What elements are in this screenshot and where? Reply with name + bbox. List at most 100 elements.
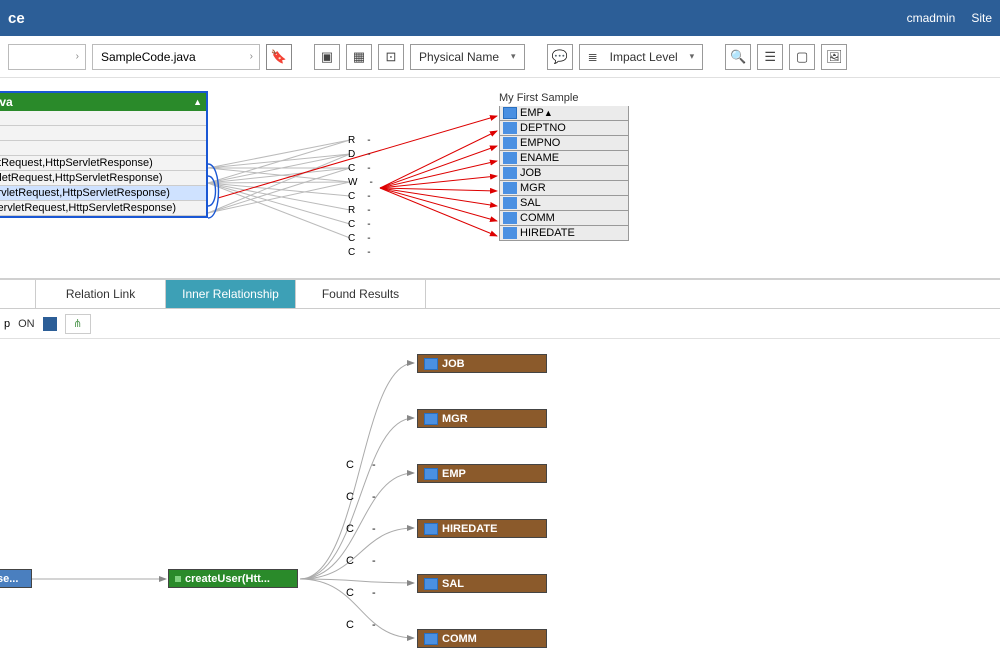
source-node-header: .java ▲ [0,93,206,111]
toggle-on-label: ON [18,318,35,330]
table-icon [424,578,438,590]
column-icon [503,152,517,164]
list-icon: ☰ [764,49,776,65]
sub-toolbar: p ON ⋔ [0,309,1000,339]
target-supertitle: My First Sample [499,92,629,104]
relationship-tree[interactable]: se... createUser(Htt... JOB MGR EMP HIRE… [0,339,1000,639]
sort-up-icon[interactable]: ▲ [544,108,553,118]
source-row-blank [0,126,206,141]
table-icon [424,358,438,370]
tree-source-partial[interactable]: se... [0,569,32,588]
source-row-blank [0,111,206,126]
breadcrumb-prev[interactable]: › [8,44,86,70]
tree-target-node[interactable]: HIREDATE [417,519,547,538]
result-tabs: Relation Link Inner Relationship Found R… [0,278,1000,309]
user-label[interactable]: cmadmin [907,11,956,25]
bookmark-button[interactable]: 🔖 [266,44,292,70]
table-icon [424,413,438,425]
tree-target-node[interactable]: SAL [417,574,547,593]
source-row[interactable]: oServletRequest,HttpServletResponse) [0,201,206,216]
calendar-icon: ▢ [796,49,808,65]
edge-label: C- [346,459,376,471]
target-field[interactable]: HIREDATE [499,226,629,241]
target-field[interactable]: EMPNO [499,136,629,151]
table-icon [424,468,438,480]
chevron-right-icon: › [76,51,79,62]
chevron-right-icon: › [250,51,253,62]
edge-midlabels: R- D- C- W- C- R- C- C- C- [348,134,379,260]
source-row-selected[interactable]: ServletRequest,HttpServletResponse) [0,186,206,201]
calendar-button[interactable]: ▢ [789,44,815,70]
layout-align-button[interactable]: ▦ [346,44,372,70]
source-node[interactable]: .java ▲ vletRequest,HttpServletResponse)… [0,91,208,218]
target-field[interactable]: JOB [499,166,629,181]
column-icon [503,227,517,239]
edge-label: C- [346,555,376,567]
column-icon [503,197,517,209]
breadcrumb-file[interactable]: SampleCode.java › [92,44,260,70]
comment-button[interactable]: 💬 [547,44,573,70]
source-node-title: .java [0,95,13,109]
breadcrumb-file-label: SampleCode.java [101,50,196,64]
site-link[interactable]: Site [971,11,992,25]
align-icon: ▦ [353,49,365,65]
share-button[interactable]: ⋔ [65,314,91,334]
edge-label: C- [346,619,376,631]
image-button[interactable]: 🖼 [821,44,847,70]
column-icon [503,167,517,179]
search-icon: 🔍 [730,49,746,65]
tab-relation-link[interactable]: Relation Link [36,280,166,308]
stack-icon: ≣ [588,50,598,64]
source-row[interactable]: vletRequest,HttpServletResponse) [0,156,206,171]
target-node-header: EMP ▲ [499,106,629,121]
diagram-canvas[interactable]: .java ▲ vletRequest,HttpServletResponse)… [0,78,1000,278]
target-field[interactable]: DEPTNO [499,121,629,136]
column-icon [503,212,517,224]
tab-padding [0,280,36,308]
tree-target-node[interactable]: EMP [417,464,547,483]
comment-icon: 💬 [551,49,567,65]
column-icon [503,122,517,134]
table-icon [424,633,438,645]
target-field[interactable]: MGR [499,181,629,196]
caret-down-icon: ▾ [511,51,516,62]
tree-target-node[interactable]: MGR [417,409,547,428]
expand-icon: ⊡ [386,49,397,65]
name-mode-label: Physical Name [419,50,499,64]
tree-target-node[interactable]: COMM [417,629,547,648]
impact-level-label: Impact Level [610,50,678,64]
caret-down-icon: ▾ [690,51,695,62]
edge-label: C- [346,523,376,535]
tree-target-node[interactable]: JOB [417,354,547,373]
edge-label: C- [346,491,376,503]
list-button[interactable]: ☰ [757,44,783,70]
sub-prefix: p [4,318,10,330]
source-row-blank [0,141,206,156]
tree-lines [0,339,1000,659]
target-field[interactable]: SAL [499,196,629,211]
tree-method-node[interactable]: createUser(Htt... [168,569,298,588]
layout-expand-button[interactable]: ⊡ [378,44,404,70]
toggle-switch[interactable] [43,317,57,331]
app-title: ce [8,10,25,27]
method-dot-icon [175,576,181,582]
target-node[interactable]: My First Sample EMP ▲ DEPTNO EMPNO ENAME… [499,92,629,241]
edge-label: C- [346,587,376,599]
share-icon: ⋔ [73,317,82,330]
tab-found-results[interactable]: Found Results [296,280,426,308]
image-icon: 🖼 [826,49,843,65]
tab-inner-relationship[interactable]: Inner Relationship [166,280,296,308]
search-button[interactable]: 🔍 [725,44,751,70]
toolbar: › SampleCode.java › 🔖 ▣ ▦ ⊡ Physical Nam… [0,36,1000,78]
layout-fit-button[interactable]: ▣ [314,44,340,70]
table-icon [503,107,517,119]
target-field[interactable]: COMM [499,211,629,226]
target-field[interactable]: ENAME [499,151,629,166]
column-icon [503,182,517,194]
name-mode-dropdown[interactable]: Physical Name ▾ [410,44,525,70]
impact-level-dropdown[interactable]: ≣ Impact Level ▾ [579,44,704,70]
sort-up-icon[interactable]: ▲ [193,97,202,107]
source-row[interactable]: ervletRequest,HttpServletResponse) [0,171,206,186]
column-icon [503,137,517,149]
table-icon [424,523,438,535]
